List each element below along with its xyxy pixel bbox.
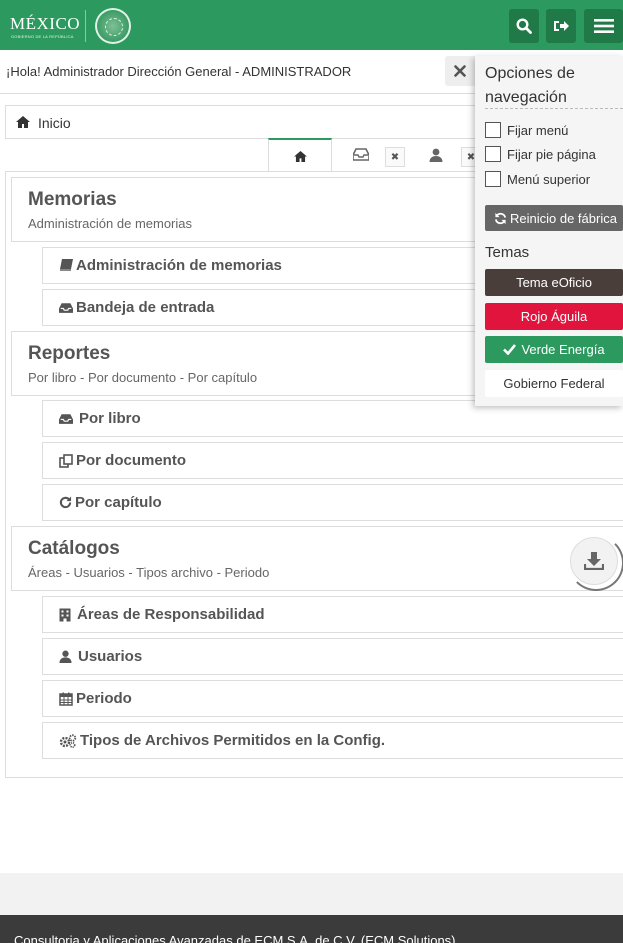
breadcrumb: Inicio bbox=[5, 105, 485, 139]
breadcrumb-item-inicio[interactable]: Inicio bbox=[38, 115, 71, 131]
refresh-icon bbox=[494, 212, 507, 224]
gears-icon bbox=[59, 733, 77, 748]
menu-item-label: Bandeja de entrada bbox=[76, 299, 215, 316]
national-seal-icon bbox=[95, 8, 131, 44]
menu-item-label: Tipos de Archivos Permitidos en la Confi… bbox=[80, 732, 386, 749]
checkbox-box[interactable] bbox=[485, 146, 501, 162]
footer: Consultoria y Aplicaciones Avanzadas de … bbox=[0, 915, 623, 943]
section-subtitle: Por libro - Por documento - Por capítulo bbox=[28, 370, 258, 385]
menu-button[interactable] bbox=[584, 9, 623, 43]
close-icon bbox=[454, 65, 466, 77]
checkbox-label: Menú superior bbox=[507, 171, 591, 187]
checkbox-box[interactable] bbox=[485, 122, 501, 138]
theme-button-eoficio[interactable]: Tema eOficio bbox=[485, 269, 623, 296]
logo-subtext: GOBIERNO DE LA REPÚBLICA bbox=[11, 34, 74, 39]
divider bbox=[485, 108, 623, 109]
theme-label: Verde Energía bbox=[521, 342, 605, 357]
menu-item-label: Periodo bbox=[76, 690, 132, 707]
theme-label: Rojo Águila bbox=[520, 309, 588, 324]
home-icon bbox=[16, 116, 30, 128]
section-title: Catálogos bbox=[28, 538, 120, 559]
tab-home[interactable] bbox=[268, 138, 332, 172]
close-icon: ✖ bbox=[466, 151, 476, 163]
factory-reset-button[interactable]: Reinicio de fábrica bbox=[485, 205, 623, 231]
check-icon bbox=[503, 344, 517, 355]
tab-inbox[interactable] bbox=[353, 148, 369, 161]
nav-options-title: Opciones de navegación bbox=[485, 65, 575, 106]
calendar-icon bbox=[59, 692, 73, 706]
checkbox-label: Fijar menú bbox=[507, 122, 569, 138]
inbox-icon bbox=[59, 302, 73, 313]
menu-item-por-capitulo[interactable]: Por capítulo bbox=[42, 484, 623, 521]
divider bbox=[0, 93, 476, 94]
greeting-text: ¡Hola! Administrador Dirección General -… bbox=[6, 64, 352, 79]
footer-spacer bbox=[0, 873, 623, 915]
sign-out-icon bbox=[554, 21, 569, 31]
download-icon bbox=[584, 552, 604, 570]
menu-item-label: Por libro bbox=[79, 410, 141, 427]
theme-button-verde-energia[interactable]: Verde Energía bbox=[485, 336, 623, 363]
section-title: Reportes bbox=[28, 343, 111, 364]
menu-item-label: Usuarios bbox=[78, 648, 143, 665]
theme-button-gobierno-federal[interactable]: Gobierno Federal bbox=[485, 370, 623, 397]
checkbox-box[interactable] bbox=[485, 171, 501, 187]
factory-reset-label: Reinicio de fábrica bbox=[510, 210, 617, 226]
nav-options-close-button[interactable] bbox=[445, 56, 475, 86]
menu-item-label: Áreas de Responsabilidad bbox=[77, 606, 265, 623]
book-icon bbox=[60, 259, 73, 271]
menu-item-usuarios[interactable]: Usuarios bbox=[42, 638, 623, 675]
close-icon: ✖ bbox=[390, 151, 400, 163]
user-icon bbox=[59, 650, 72, 663]
menu-item-label: Por capítulo bbox=[75, 494, 162, 511]
menu-item-areas-responsabilidad[interactable]: Áreas de Responsabilidad bbox=[42, 596, 623, 633]
logo-text: MÉXICO bbox=[10, 14, 81, 33]
menu-item-periodo[interactable]: Periodo bbox=[42, 680, 623, 717]
checkbox-fijar-pie-pagina[interactable]: Fijar pie página bbox=[485, 145, 596, 163]
theme-label: Tema eOficio bbox=[516, 275, 592, 290]
tab-users[interactable] bbox=[429, 148, 443, 162]
search-icon bbox=[516, 18, 532, 34]
menu-item-label: Administración de memorias bbox=[76, 257, 282, 274]
checkbox-label: Fijar pie página bbox=[507, 146, 596, 162]
section-catalogos[interactable]: Catálogos Áreas - Usuarios - Tipos archi… bbox=[11, 526, 623, 591]
checkbox-menu-superior[interactable]: Menú superior bbox=[485, 170, 590, 188]
footer-text: Consultoria y Aplicaciones Avanzadas de … bbox=[14, 933, 456, 943]
checkbox-fijar-menu[interactable]: Fijar menú bbox=[485, 121, 568, 139]
section-subtitle: Áreas - Usuarios - Tipos archivo - Perio… bbox=[28, 565, 270, 580]
nav-options-panel: Opciones de navegación Fijar menú Fijar … bbox=[475, 56, 623, 406]
top-navbar: MÉXICO GOBIERNO DE LA REPÚBLICA bbox=[0, 0, 623, 50]
menu-item-label: Por documento bbox=[76, 452, 187, 469]
menu-item-tipos-archivos[interactable]: Tipos de Archivos Permitidos en la Confi… bbox=[42, 722, 623, 759]
repeat-icon bbox=[59, 496, 72, 509]
logo-divider bbox=[85, 10, 86, 42]
logout-button[interactable] bbox=[546, 9, 576, 43]
building-icon bbox=[59, 608, 71, 621]
copy-icon bbox=[59, 453, 73, 468]
search-button[interactable] bbox=[509, 9, 539, 43]
menu-item-por-documento[interactable]: Por documento bbox=[42, 442, 623, 479]
home-icon bbox=[293, 150, 307, 162]
tab-close-button[interactable]: ✖ bbox=[385, 147, 405, 167]
download-button[interactable] bbox=[568, 535, 623, 591]
themes-heading: Temas bbox=[485, 244, 530, 261]
inbox-icon bbox=[59, 413, 73, 424]
section-subtitle: Administración de memorias bbox=[28, 216, 193, 231]
theme-label: Gobierno Federal bbox=[503, 376, 605, 391]
theme-button-rojo-aguila[interactable]: Rojo Águila bbox=[485, 303, 623, 330]
section-title: Memorias bbox=[28, 189, 117, 210]
hamburger-icon bbox=[593, 19, 614, 33]
